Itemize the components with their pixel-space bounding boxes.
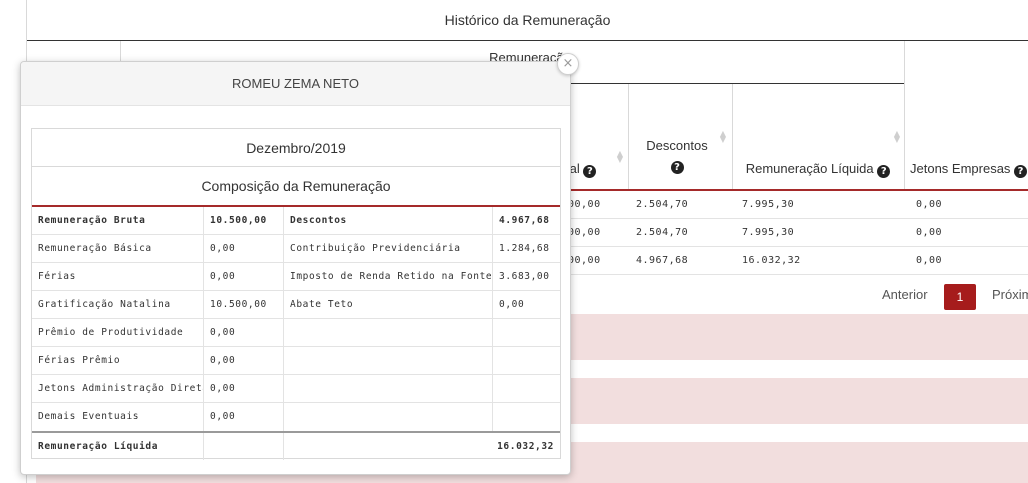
column-divider — [904, 41, 905, 189]
pagination-current-page[interactable]: 1 — [944, 284, 976, 310]
table-row: 00,00 4.967,68 16.032,32 0,00 — [560, 247, 1028, 275]
table-row: 00,00 2.504,70 7.995,30 0,00 — [560, 191, 1028, 219]
sort-icon[interactable]: ▲ ▼ — [616, 150, 624, 164]
help-icon[interactable]: ? — [583, 165, 597, 178]
help-icon[interactable]: ? — [1014, 165, 1028, 178]
composition-row: Jetons Administração Direta 0,00 — [32, 375, 560, 403]
sort-icon[interactable]: ▲ ▼ — [719, 130, 727, 144]
column-divider — [628, 84, 629, 189]
group-header-divider — [570, 83, 904, 84]
composition-row: Remuneração Bruta 10.500,00 Descontos 4.… — [32, 207, 560, 235]
help-icon[interactable]: ? — [670, 161, 684, 174]
pagination-previous[interactable]: Anterior — [882, 287, 928, 302]
column-header-liquida[interactable]: Remuneração Líquida ? — [734, 161, 902, 178]
total-row: Remuneração Líquida 16.032,32 — [38, 441, 554, 452]
remuneration-detail-modal: ROMEU ZEMA NETO Dezembro/2019 Composição… — [20, 61, 571, 475]
column-header-total[interactable]: tal ? — [566, 161, 606, 178]
composition-row: Demais Eventuais 0,00 — [38, 411, 236, 422]
remuneration-composition-table: Dezembro/2019 Composição da Remuneração … — [31, 128, 561, 460]
composition-title: Composição da Remuneração — [201, 178, 391, 194]
modal-title: ROMEU ZEMA NETO — [21, 62, 570, 106]
composition-row: Gratificação Natalina 10.500,00 Abate Te… — [32, 291, 560, 319]
history-title-divider — [27, 40, 1028, 41]
composition-row: Férias 0,00 Imposto de Renda Retido na F… — [32, 263, 560, 291]
help-icon[interactable]: ? — [877, 165, 891, 178]
column-divider — [732, 84, 733, 189]
period-label: Dezembro/2019 — [32, 129, 560, 167]
composition-row: Prêmio de Produtividade 0,00 — [32, 319, 560, 347]
column-divider — [120, 41, 121, 61]
sort-icon[interactable]: ▲ ▼ — [893, 130, 901, 144]
column-header-jetons[interactable]: Jetons Empresas ? — [910, 161, 1028, 178]
table-row: 00,00 2.504,70 7.995,30 0,00 — [560, 219, 1028, 247]
composition-row: Férias Prêmio 0,00 — [32, 347, 560, 375]
pagination-next[interactable]: Próxim — [992, 287, 1028, 302]
column-header-descontos[interactable]: Descontos ? — [632, 138, 722, 174]
history-title: Histórico da Remuneração — [444, 12, 611, 28]
composition-row: Remuneração Básica 0,00 Contribuição Pre… — [32, 235, 560, 263]
close-icon[interactable]: × — [557, 53, 579, 75]
